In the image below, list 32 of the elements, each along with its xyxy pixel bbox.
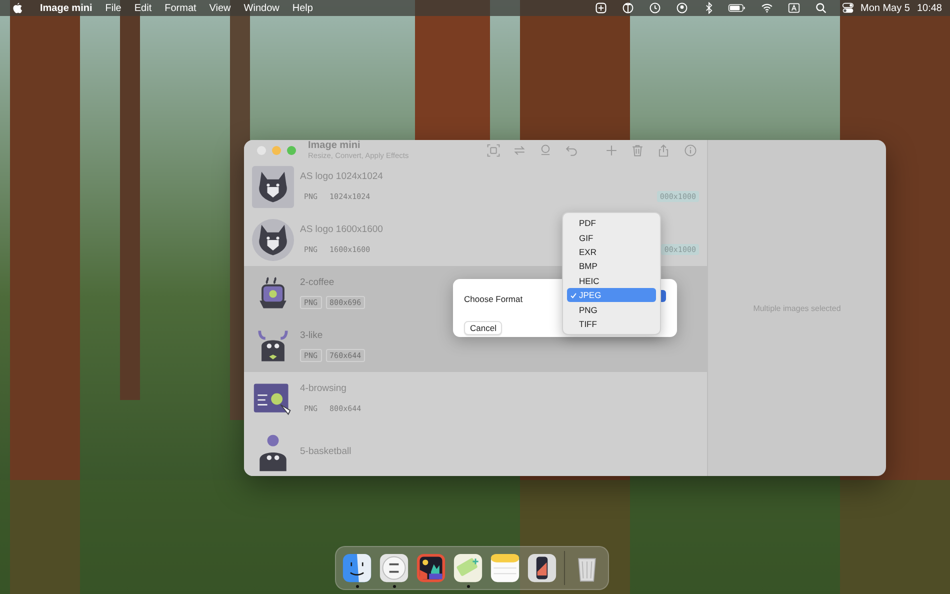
format-option[interactable]: GIF bbox=[567, 230, 656, 245]
clock-history-icon[interactable] bbox=[648, 2, 660, 14]
menu-bar-date[interactable]: Mon May 5 bbox=[860, 2, 910, 14]
format-option[interactable]: EXR bbox=[567, 244, 656, 260]
search-icon[interactable] bbox=[814, 2, 826, 14]
menu-item[interactable]: Window bbox=[244, 2, 280, 14]
menu-bar-time[interactable]: 10:48 bbox=[916, 2, 942, 14]
user-circle-icon[interactable] bbox=[676, 2, 688, 14]
wolf-icon bbox=[252, 166, 294, 208]
menu-item[interactable]: Edit bbox=[134, 2, 152, 14]
menu-item[interactable]: Format bbox=[164, 2, 196, 14]
format-option[interactable]: HEIC bbox=[567, 274, 656, 288]
text-cursor-icon[interactable] bbox=[622, 2, 634, 14]
wifi-icon[interactable] bbox=[760, 2, 772, 14]
format-option[interactable]: BMP bbox=[567, 259, 656, 274]
cancel-button[interactable]: Cancel bbox=[464, 321, 502, 335]
toggles-icon[interactable] bbox=[842, 2, 854, 14]
format-option[interactable]: PNG bbox=[567, 302, 656, 317]
keyboard-input-icon[interactable] bbox=[788, 2, 800, 14]
checkmark-icon bbox=[570, 292, 577, 299]
app-menu[interactable]: Image mini bbox=[40, 2, 92, 14]
format-option[interactable]: PDF bbox=[567, 216, 656, 230]
wolf-icon bbox=[252, 218, 294, 260]
format-option[interactable]: TIFF bbox=[567, 316, 656, 332]
apple-logo-icon[interactable] bbox=[12, 2, 23, 14]
square-symbol-icon[interactable] bbox=[594, 2, 606, 14]
menu-item[interactable]: File bbox=[105, 2, 122, 14]
menu-item[interactable]: View bbox=[209, 2, 231, 14]
battery-icon[interactable] bbox=[728, 3, 746, 13]
menu-item[interactable]: Help bbox=[292, 2, 313, 14]
window-title: Image mini bbox=[308, 140, 362, 151]
dialog-label: Choose Format bbox=[464, 294, 523, 304]
